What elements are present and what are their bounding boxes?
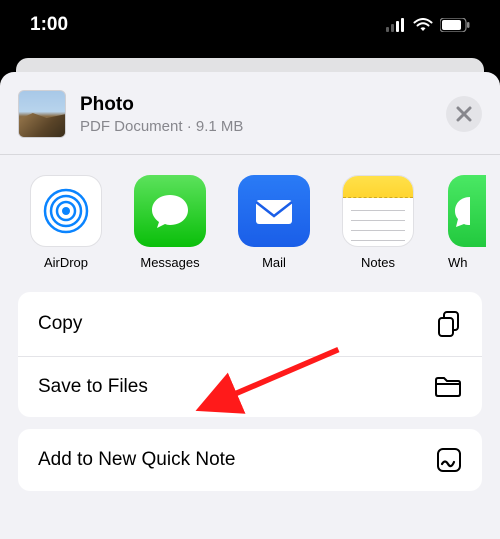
action-label: Copy [38, 313, 82, 335]
actions-group-1: Copy Save to Files [18, 292, 482, 417]
document-thumbnail [18, 90, 66, 138]
close-icon [456, 106, 472, 122]
share-target-whatsapp[interactable]: Wh [430, 175, 490, 270]
battery-icon [440, 18, 470, 32]
mail-icon [238, 175, 310, 247]
wifi-icon [413, 18, 433, 32]
action-copy[interactable]: Copy [18, 292, 482, 356]
share-target-airdrop[interactable]: AirDrop [14, 175, 118, 270]
share-target-label: Messages [140, 255, 199, 270]
share-targets-row[interactable]: AirDrop Messages Mail [0, 155, 500, 292]
sheet-header: Photo PDF Document · 9.1 MB [0, 72, 500, 154]
actions-group-2: Add to New Quick Note [18, 429, 482, 491]
action-label: Add to New Quick Note [38, 449, 235, 471]
status-indicators [386, 18, 470, 32]
whatsapp-icon [448, 175, 486, 247]
action-save-to-files[interactable]: Save to Files [18, 357, 482, 417]
messages-icon [134, 175, 206, 247]
airdrop-icon [30, 175, 102, 247]
action-label: Save to Files [38, 376, 148, 398]
document-subtitle: PDF Document · 9.1 MB [80, 118, 432, 135]
share-target-label: Mail [262, 255, 286, 270]
action-add-quick-note[interactable]: Add to New Quick Note [18, 429, 482, 491]
copy-icon [436, 310, 462, 338]
notes-icon [342, 175, 414, 247]
share-target-notes[interactable]: Notes [326, 175, 430, 270]
cellular-icon [386, 18, 406, 32]
status-bar: 1:00 [0, 0, 500, 50]
share-target-label: Wh [448, 255, 468, 270]
document-info: Photo PDF Document · 9.1 MB [80, 94, 432, 135]
share-target-mail[interactable]: Mail [222, 175, 326, 270]
share-target-label: Notes [361, 255, 395, 270]
share-target-label: AirDrop [44, 255, 88, 270]
status-time: 1:00 [30, 14, 68, 36]
quick-note-icon [436, 447, 462, 473]
document-title: Photo [80, 94, 432, 116]
folder-icon [434, 375, 462, 399]
close-button[interactable] [446, 96, 482, 132]
share-sheet: Photo PDF Document · 9.1 MB AirDrop [0, 72, 500, 539]
share-target-messages[interactable]: Messages [118, 175, 222, 270]
